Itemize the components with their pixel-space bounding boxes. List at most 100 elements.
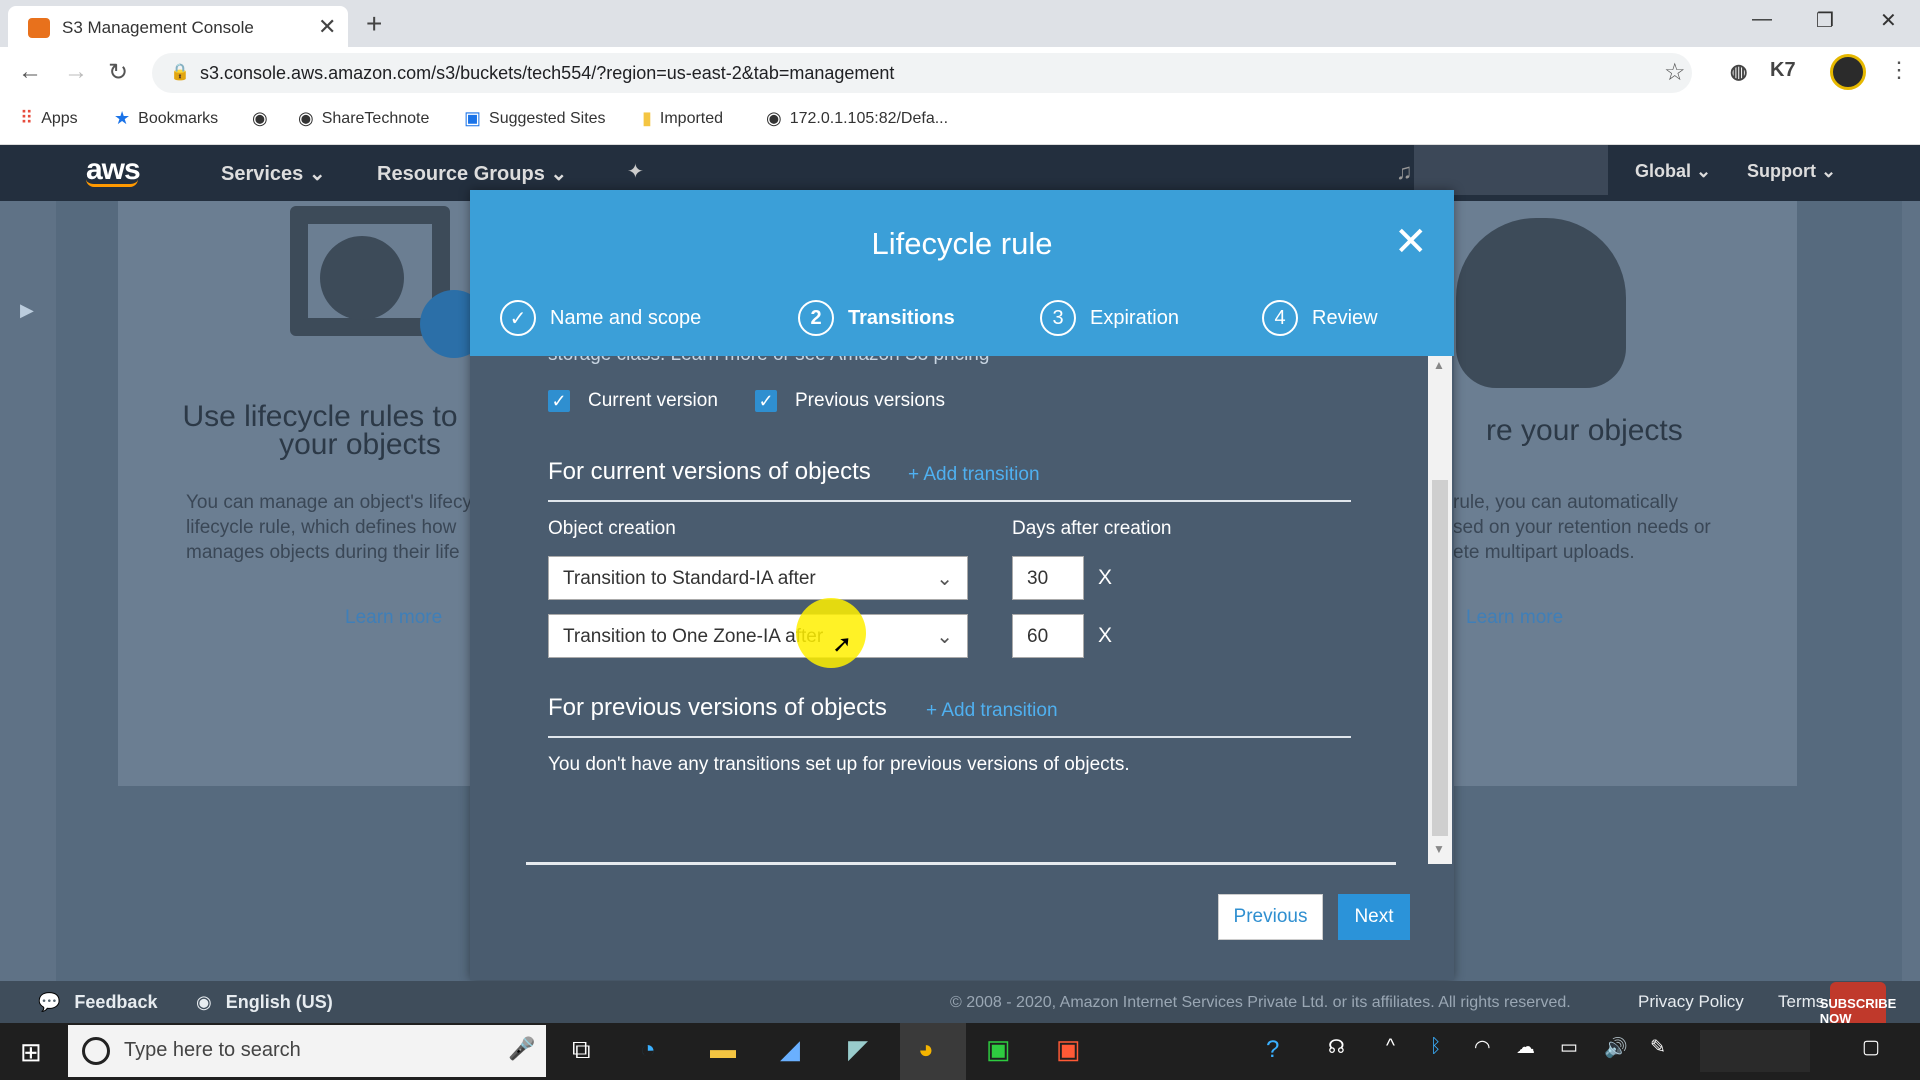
step-number: 4 (1262, 300, 1298, 336)
notification-icon[interactable]: ▢ (1862, 1036, 1880, 1059)
left-text-line: manages objects during their life (186, 542, 460, 563)
select-value: Transition to Standard-IA after (563, 568, 816, 589)
address-bar[interactable]: 🔒 s3.console.aws.amazon.com/s3/buckets/t… (152, 53, 1692, 93)
bookmark-suggested-sites[interactable]: ▣ Suggested Sites (464, 108, 606, 129)
step-name-and-scope[interactable]: ✓ Name and scope (500, 300, 701, 336)
support-menu[interactable]: Support ⌄ (1747, 161, 1836, 182)
back-icon[interactable]: ← (18, 58, 42, 86)
url-text[interactable]: s3.console.aws.amazon.com/s3/buckets/tec… (200, 63, 894, 84)
remove-transition-2-icon[interactable]: X (1098, 624, 1112, 648)
taskbar-search[interactable]: Type here to search 🎤 (68, 1025, 546, 1077)
support-label: Support (1747, 161, 1816, 181)
close-modal-icon[interactable]: ✕ (1394, 222, 1428, 262)
terms-link[interactable]: Terms (1778, 992, 1824, 1012)
search-placeholder: Type here to search (124, 1039, 301, 1061)
recorder-icon[interactable]: ▣ (1056, 1034, 1081, 1065)
chrome-menu-icon[interactable]: ⋮ (1888, 57, 1910, 83)
pin-icon[interactable]: ✦ (627, 159, 644, 184)
next-button[interactable]: Next (1338, 894, 1410, 940)
services-menu[interactable]: Services ⌄ (221, 161, 326, 186)
people-icon[interactable]: ☊ (1328, 1036, 1345, 1059)
account-menu[interactable] (1414, 145, 1608, 195)
forward-icon[interactable]: → (64, 58, 88, 86)
resource-groups-menu[interactable]: Resource Groups ⌄ (377, 161, 567, 186)
feedback-link[interactable]: 💬 Feedback (38, 992, 157, 1013)
cloud-icon[interactable]: ☁ (1516, 1036, 1535, 1059)
bookmark-imported[interactable]: ▮ Imported (642, 108, 723, 129)
wifi-icon[interactable]: ◠ (1474, 1036, 1491, 1059)
transition-select-1[interactable]: Transition to Standard-IA after ⌄ (548, 556, 968, 600)
days-input-1[interactable]: 30 (1012, 556, 1084, 600)
privacy-policy-link[interactable]: Privacy Policy (1638, 992, 1744, 1012)
bluetooth-icon[interactable]: ᛒ (1430, 1036, 1441, 1058)
current-version-checkbox[interactable]: ✓ Current version (548, 390, 718, 412)
app-icon[interactable]: ◢ (780, 1034, 800, 1065)
bookmark-apps[interactable]: ⠿ Apps (20, 108, 78, 129)
aws-logo[interactable]: aws (86, 153, 141, 187)
camtasia-icon[interactable]: ▣ (986, 1034, 1011, 1065)
section-divider (548, 500, 1351, 502)
region-menu[interactable]: Global ⌄ (1635, 161, 1711, 182)
help-icon[interactable]: ? (1266, 1036, 1279, 1064)
volume-icon[interactable]: 🔊 (1604, 1036, 1628, 1060)
reload-icon[interactable]: ↻ (108, 58, 128, 87)
aws-favicon-icon (28, 18, 50, 38)
scroll-up-icon[interactable]: ▲ (1433, 358, 1445, 372)
previous-button[interactable]: Previous (1218, 894, 1323, 940)
language-selector[interactable]: ◉ English (US) (196, 992, 333, 1013)
browser-tab[interactable]: S3 Management Console ✕ (8, 6, 348, 47)
previous-versions-heading: For previous versions of objects (548, 694, 887, 721)
new-tab-icon[interactable]: + (366, 8, 382, 40)
pen-icon[interactable]: ✎ (1650, 1036, 1666, 1059)
profile-avatar[interactable] (1830, 54, 1866, 90)
remove-transition-1-icon[interactable]: X (1098, 566, 1112, 590)
chevron-up-icon[interactable]: ^ (1386, 1036, 1395, 1058)
clock-area[interactable] (1700, 1030, 1810, 1072)
step-label: Expiration (1090, 306, 1179, 329)
page-scrollbar[interactable] (1902, 201, 1920, 981)
section-divider (548, 736, 1351, 738)
step-review[interactable]: 4 Review (1262, 300, 1378, 336)
left-learn-more-link[interactable]: Learn more (345, 607, 442, 629)
edge-browser-icon[interactable]: ◔ (640, 1034, 656, 1065)
chrome-icon[interactable]: ◕ (918, 1034, 934, 1065)
step-transitions[interactable]: 2 Transitions (798, 300, 955, 336)
days-input-2[interactable]: 60 (1012, 614, 1084, 658)
bookmark-sharetechnote[interactable]: ◉ ShareTechnote (298, 108, 429, 129)
scroll-down-icon[interactable]: ▼ (1433, 842, 1445, 856)
bookmark-globe[interactable]: ◉ (252, 108, 268, 129)
extension-icon[interactable]: ◍ (1730, 59, 1747, 84)
minimize-icon[interactable]: — (1752, 8, 1772, 31)
transition-select-2[interactable]: Transition to One Zone-IA after ⌄ (548, 614, 968, 658)
windows-start-icon[interactable]: ⊞ (20, 1037, 42, 1068)
bookmark-local-ip[interactable]: ◉ 172.0.1.105:82/Defa... (766, 108, 948, 129)
add-current-transition-link[interactable]: + Add transition (908, 464, 1040, 486)
task-view-icon[interactable]: ⧉ (572, 1034, 591, 1066)
file-explorer-icon[interactable]: ▬ (710, 1034, 736, 1065)
step-expiration[interactable]: 3 Expiration (1040, 300, 1179, 336)
app-icon[interactable]: ◤ (848, 1034, 868, 1065)
star-icon: ★ (114, 108, 131, 128)
step-label: Name and scope (550, 306, 702, 329)
bookmark-bookmarks[interactable]: ★ Bookmarks (114, 108, 218, 129)
bookmark-label: Suggested Sites (489, 109, 606, 127)
previous-versions-checkbox[interactable]: ✓ Previous versions (755, 390, 945, 412)
battery-icon[interactable]: ▭ (1560, 1036, 1578, 1059)
chevron-down-icon: ⌄ (1821, 161, 1837, 181)
expand-arrow-icon[interactable]: ▶ (20, 300, 34, 321)
k7-extension-icon[interactable]: K7 (1770, 59, 1796, 82)
restore-icon[interactable]: ❐ (1816, 8, 1834, 33)
bookmark-star-icon[interactable]: ☆ (1664, 58, 1686, 87)
aws-logo-text: aws (86, 153, 141, 186)
notification-bell-icon[interactable]: ♫ (1396, 159, 1413, 185)
bookmark-label: Apps (41, 109, 78, 127)
modal-scrollbar-thumb[interactable] (1432, 480, 1448, 836)
microphone-icon[interactable]: 🎤 (508, 1036, 535, 1062)
select-value: Transition to One Zone-IA after (563, 626, 824, 647)
right-learn-more-link[interactable]: Learn more (1466, 607, 1563, 629)
close-window-icon[interactable]: ✕ (1880, 8, 1897, 33)
add-previous-transition-link[interactable]: + Add transition (926, 700, 1058, 722)
modal-footer-divider (526, 862, 1396, 865)
storage-class-line: storage class. Learn more or see Amazon … (548, 356, 989, 366)
close-tab-icon[interactable]: ✕ (318, 14, 336, 40)
